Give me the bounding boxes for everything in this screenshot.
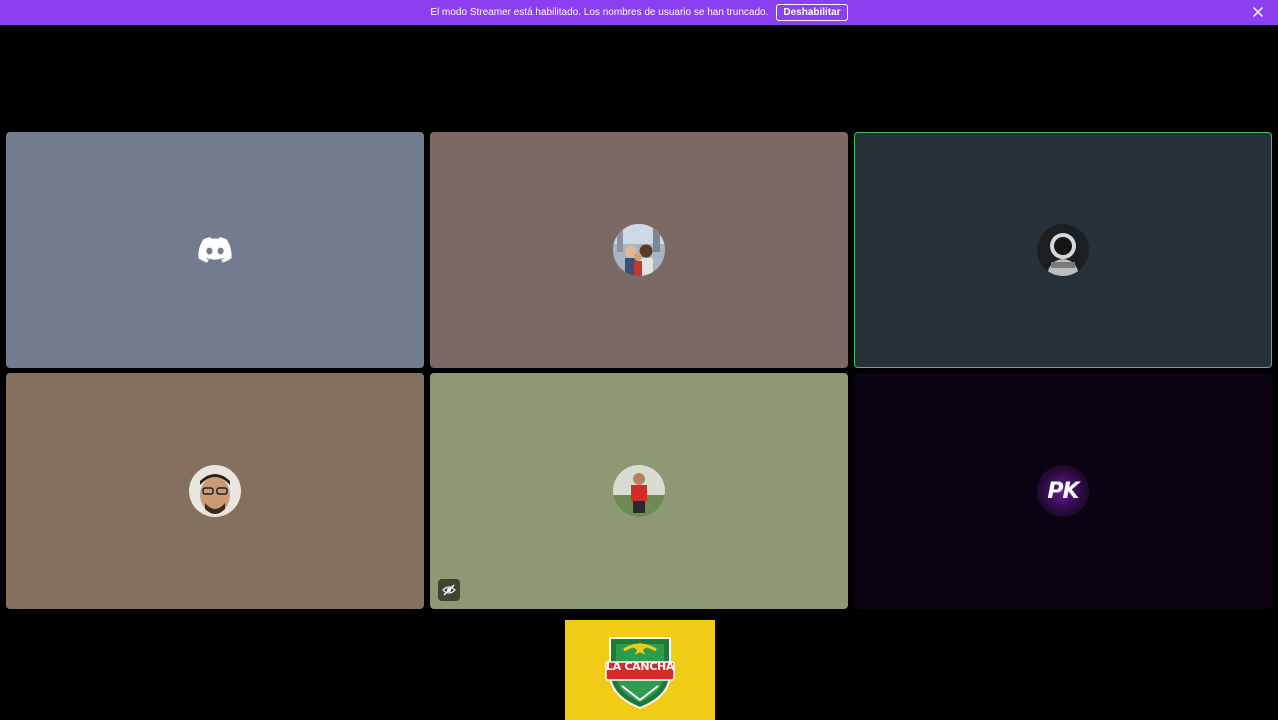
video-hidden-icon[interactable] — [438, 579, 460, 601]
close-icon[interactable] — [1250, 4, 1266, 20]
streamer-mode-message: El modo Streamer está habilitado. Los no… — [430, 7, 769, 18]
man-red-shirt-avatar — [613, 465, 665, 517]
pk-logo-avatar: PK — [1037, 465, 1089, 517]
disable-streamer-mode-button[interactable]: Deshabilitar — [776, 4, 848, 21]
participant-tile[interactable]: PK — [854, 373, 1272, 609]
man-glasses-avatar — [189, 465, 241, 517]
pk-logo-text: PK — [1047, 478, 1079, 504]
participant-tile[interactable] — [430, 373, 848, 609]
astronaut-avatar — [1037, 224, 1089, 276]
discord-logo-icon — [195, 230, 235, 270]
streamer-mode-banner: El modo Streamer está habilitado. Los no… — [0, 0, 1278, 25]
group-photo-avatar — [613, 224, 665, 276]
la-cancha-text-overlay: LA CANCHA — [605, 660, 675, 673]
participant-tile[interactable] — [6, 373, 424, 609]
participant-tile[interactable] — [6, 132, 424, 368]
participant-tile[interactable] — [430, 132, 848, 368]
participant-tile-speaking[interactable] — [854, 132, 1272, 368]
